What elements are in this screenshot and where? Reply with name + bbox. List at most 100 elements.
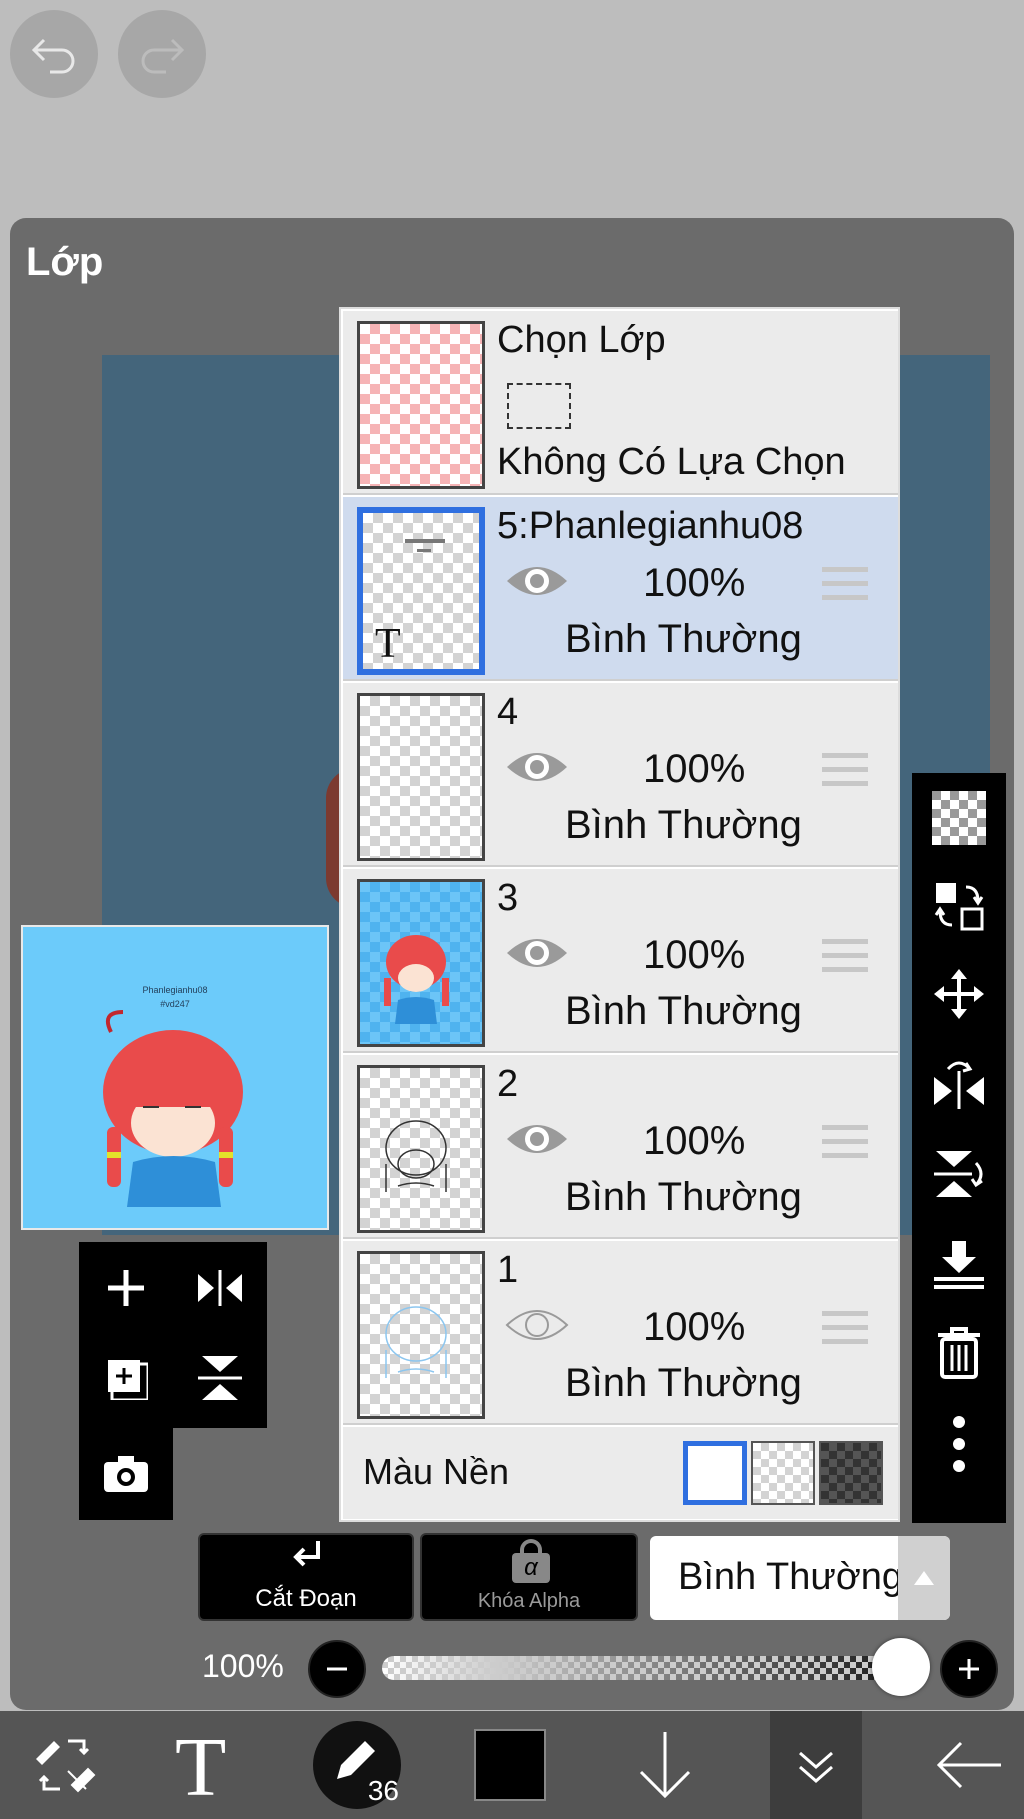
layer-opacity-2: 100% xyxy=(643,1119,746,1163)
undo-button[interactable] xyxy=(10,10,98,98)
layer-thumbnail-5: T xyxy=(357,507,485,675)
layer-blend-2: Bình Thường xyxy=(565,1175,802,1219)
layer-row-5[interactable]: T 5:Phanlegianhu08 100% Bình Thường xyxy=(343,497,898,681)
eye-icon[interactable] xyxy=(505,1117,569,1161)
layer-thumbnail-2 xyxy=(357,1065,485,1233)
layer-blend-1: Bình Thường xyxy=(565,1361,802,1405)
eye-icon[interactable] xyxy=(505,931,569,975)
background-color-row: Màu Nền xyxy=(343,1427,898,1519)
move-button[interactable] xyxy=(928,963,990,1025)
delete-layer-button[interactable] xyxy=(928,1321,990,1383)
selection-title: Chọn Lớp xyxy=(497,319,666,361)
right-toolbar xyxy=(912,773,1006,1523)
clip-arrow-icon xyxy=(293,1541,320,1567)
swap-icon xyxy=(934,883,984,931)
opacity-increase-button[interactable] xyxy=(940,1640,998,1698)
more-options-button[interactable] xyxy=(928,1413,990,1475)
transparency-layer-button[interactable] xyxy=(928,787,990,849)
selection-status: Không Có Lựa Chọn xyxy=(497,441,846,483)
opacity-decrease-button[interactable] xyxy=(308,1640,366,1698)
blend-mode-value: Bình Thường xyxy=(678,1556,904,1598)
collapse-panel-button[interactable] xyxy=(770,1711,862,1819)
layer-opacity-5: 100% xyxy=(643,561,746,605)
clipping-button[interactable]: Cắt Đoạn xyxy=(198,1533,414,1621)
alpha-lock-button[interactable]: α Khóa Alpha xyxy=(420,1533,638,1621)
merge-down-button[interactable] xyxy=(928,1233,990,1295)
flip-vertical-icon xyxy=(198,1356,242,1400)
drag-handle-icon[interactable] xyxy=(822,1125,868,1167)
arrow-down-icon xyxy=(639,1732,691,1799)
selection-thumbnail xyxy=(357,321,485,489)
merge-down-icon xyxy=(934,1241,984,1289)
add-copy-layer-button[interactable] xyxy=(96,1348,156,1408)
arrow-left-icon xyxy=(936,1741,1001,1789)
redo-button[interactable] xyxy=(118,10,206,98)
drag-handle-icon[interactable] xyxy=(822,1311,868,1353)
current-color-swatch xyxy=(474,1729,546,1801)
text-tool-button[interactable]: T xyxy=(156,1711,256,1819)
plus-icon xyxy=(959,1659,979,1679)
eye-icon[interactable] xyxy=(505,745,569,789)
layer-down-button[interactable] xyxy=(620,1711,710,1819)
add-layer-button[interactable] xyxy=(96,1258,156,1318)
layer-name-3: 3 xyxy=(497,877,519,919)
layer-opacity-4: 100% xyxy=(643,747,746,791)
layer-thumbnail-4 xyxy=(357,693,485,861)
flip-layer-vertical-button[interactable] xyxy=(190,1348,250,1408)
layer-thumbnail-1 xyxy=(357,1251,485,1419)
layer-name-4: 4 xyxy=(497,691,519,733)
redo-icon xyxy=(141,38,185,74)
svg-text:T: T xyxy=(375,621,401,663)
add-copy-icon xyxy=(108,1360,148,1400)
background-color-label: Màu Nền xyxy=(363,1451,510,1492)
opacity-slider[interactable] xyxy=(382,1656,902,1680)
layer-blend-4: Bình Thường xyxy=(565,803,802,847)
chevron-double-down-icon xyxy=(799,1751,833,1783)
layer-row-3[interactable]: 3 100% Bình Thường xyxy=(343,869,898,1053)
flip-horizontal-button[interactable] xyxy=(928,1053,990,1115)
camera-button[interactable] xyxy=(96,1444,156,1504)
layer-name-2: 2 xyxy=(497,1063,519,1105)
clipping-label: Cắt Đoạn xyxy=(255,1585,357,1612)
drag-handle-icon[interactable] xyxy=(822,753,868,795)
layer-row-4[interactable]: 4 100% Bình Thường xyxy=(343,683,898,867)
opacity-value: 100% xyxy=(202,1648,284,1684)
layer-opacity-1: 100% xyxy=(643,1305,746,1349)
alpha-lock-label: Khóa Alpha xyxy=(477,1590,581,1612)
panel-title: Lớp xyxy=(26,240,104,284)
flip-vertical-button[interactable] xyxy=(928,1143,990,1205)
layer-blend-3: Bình Thường xyxy=(565,989,802,1033)
layer-thumbnail-3 xyxy=(357,879,485,1047)
flip-vertical-icon xyxy=(934,1151,983,1197)
camera-icon xyxy=(104,1456,148,1492)
chevron-up-icon[interactable] xyxy=(898,1536,950,1620)
flip-layer-horizontal-button[interactable] xyxy=(190,1258,250,1318)
tool-switch-button[interactable] xyxy=(14,1711,114,1819)
swap-layer-button[interactable] xyxy=(928,875,990,937)
selection-layer-row[interactable]: Chọn Lớp Không Có Lựa Chọn xyxy=(343,311,898,495)
minus-icon xyxy=(327,1667,347,1671)
drag-handle-icon[interactable] xyxy=(822,567,868,609)
trash-icon xyxy=(938,1327,980,1379)
blend-mode-dropdown[interactable]: Bình Thường xyxy=(650,1536,950,1620)
alpha-glyph: α xyxy=(512,1553,550,1583)
eye-hidden-icon[interactable] xyxy=(505,1303,569,1347)
layer-name-1: 1 xyxy=(497,1249,519,1291)
layer-blend-5: Bình Thường xyxy=(565,617,802,661)
checkerboard-icon xyxy=(932,791,986,845)
background-white-swatch[interactable] xyxy=(683,1441,747,1505)
layer-row-1[interactable]: 1 100% Bình Thường xyxy=(343,1241,898,1425)
more-vertical-icon xyxy=(953,1416,965,1472)
color-picker-button[interactable] xyxy=(470,1711,550,1819)
brush-size-button[interactable]: 36 xyxy=(312,1711,402,1819)
eye-icon[interactable] xyxy=(505,559,569,603)
background-transparent-swatch[interactable] xyxy=(751,1441,815,1505)
flip-horizontal-icon xyxy=(934,1061,984,1109)
layer-row-2[interactable]: 2 100% Bình Thường xyxy=(343,1055,898,1239)
background-dark-swatch[interactable] xyxy=(819,1441,883,1505)
svg-text:T: T xyxy=(175,1725,226,1805)
canvas-preview[interactable]: Phanlegianhu08 #vd247 xyxy=(21,925,329,1230)
opacity-slider-handle[interactable] xyxy=(872,1638,930,1696)
drag-handle-icon[interactable] xyxy=(822,939,868,981)
back-button[interactable] xyxy=(924,1711,1014,1819)
